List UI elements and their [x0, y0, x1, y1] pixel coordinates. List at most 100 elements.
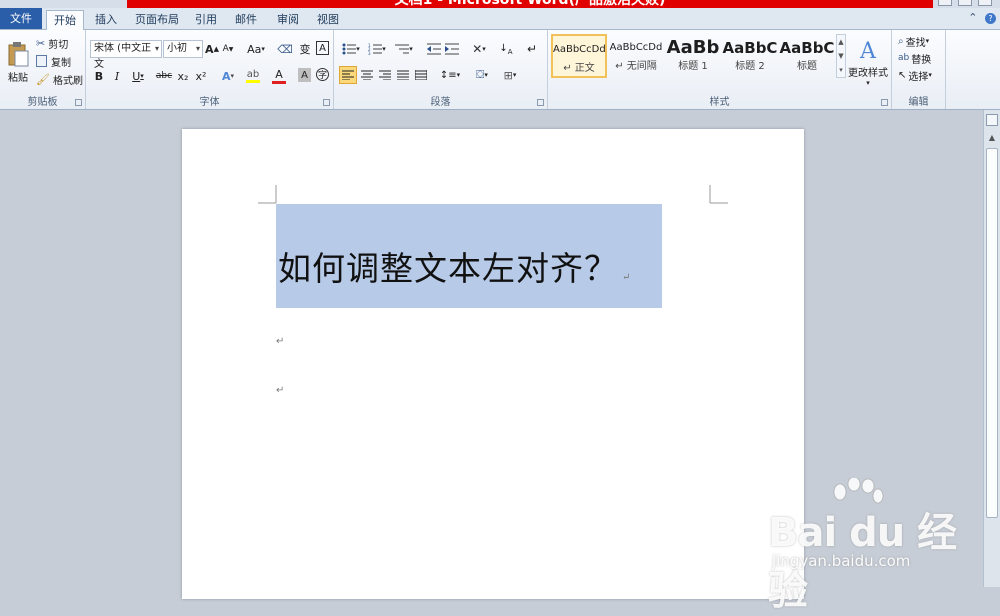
restore-button[interactable] [958, 0, 972, 6]
help-icon[interactable]: ? [985, 13, 996, 24]
minimize-ribbon-icon[interactable]: ⌃ [968, 11, 977, 24]
align-right-button[interactable] [377, 67, 393, 83]
scroll-up-icon[interactable]: ▲ [986, 132, 998, 144]
character-border-button[interactable]: A [316, 41, 329, 55]
style-no-spacing[interactable]: AaBbCcDd ↵ 无间隔 [608, 34, 664, 78]
cut-button[interactable]: ✂ 剪切 [36, 35, 68, 51]
line-spacing-button[interactable]: ↕≡ ▾ [438, 67, 462, 83]
binoculars-icon: ⌕ [898, 35, 904, 47]
underline-button[interactable]: U ▾ [128, 68, 148, 84]
change-case-button[interactable]: Aa ▾ [246, 41, 266, 57]
clear-formatting-button[interactable]: ⌫ [277, 41, 293, 57]
align-center-button[interactable] [359, 67, 375, 83]
tab-view[interactable]: 视图 [312, 10, 344, 30]
numbering-icon: 123 [368, 43, 383, 55]
window-controls [934, 0, 1000, 8]
sort-icon: ↓A [499, 42, 513, 56]
show-hide-marks-button[interactable]: ↵ [524, 41, 540, 57]
copy-icon [36, 55, 47, 67]
tab-mailings[interactable]: 邮件 [230, 10, 262, 30]
styles-gallery-scroll[interactable]: ▲ ▼ ▾ [836, 34, 846, 78]
paragraph-mark: ↵ [622, 272, 632, 283]
change-case-label: Aa [247, 42, 262, 56]
phonetic-guide-button[interactable]: 变 [298, 41, 312, 57]
find-button[interactable]: ⌕ 查找 ▾ [898, 33, 929, 49]
tab-file[interactable]: 文件 [0, 8, 42, 29]
superscript-label: x² [195, 69, 207, 83]
paragraph-launcher[interactable] [537, 99, 544, 106]
increase-indent-icon [445, 43, 459, 55]
numbering-button[interactable]: 1 2 3 ▾ [366, 41, 388, 57]
font-color-button[interactable]: A [268, 66, 290, 86]
subscript-label: x₂ [177, 69, 189, 83]
ruler-toggle-icon[interactable] [986, 114, 998, 126]
style-title[interactable]: AaBbC 标题 [779, 34, 835, 78]
window-title: 文档1 - Microsoft Word(产品激活失败) [394, 0, 666, 8]
underline-label: U [132, 69, 141, 83]
multilevel-list-button[interactable]: ▾ [392, 41, 416, 57]
tab-insert[interactable]: 插入 [88, 10, 124, 30]
tab-page-layout[interactable]: 页面布局 [130, 10, 184, 30]
heading-text[interactable]: 如何调整文本左对齐？ ↵ [278, 249, 630, 298]
font-name-combo[interactable]: 宋体 (中文正文 ▾ [90, 40, 162, 70]
document-page[interactable]: 如何调整文本左对齐？ ↵ ↵ ↵ [182, 129, 804, 599]
empty-paragraph-mark: ↵ [276, 385, 285, 396]
bullets-button[interactable]: ▾ [340, 41, 362, 57]
select-button[interactable]: ↖ 选择 ▾ [898, 67, 932, 83]
copy-button[interactable]: 复制 [36, 53, 71, 69]
distributed-button[interactable] [413, 67, 429, 83]
minimize-button[interactable] [938, 0, 952, 6]
clipboard-launcher[interactable] [75, 99, 82, 106]
character-shading-button[interactable]: A [298, 68, 311, 82]
scrollbar-thumb[interactable] [986, 148, 998, 518]
change-styles-icon: A [860, 38, 876, 64]
sort-button[interactable]: ↓A [498, 41, 514, 57]
replace-button[interactable]: ab 替换 [898, 50, 931, 66]
highlight-button[interactable]: ab [242, 66, 264, 86]
decrease-indent-button[interactable] [426, 41, 442, 57]
bold-button[interactable]: B [92, 68, 106, 84]
font-color-bar [272, 81, 286, 84]
text-effects-icon: A [221, 69, 231, 83]
style-heading-2[interactable]: AaBbC 标题 2 [722, 34, 778, 78]
superscript-button[interactable]: x² [194, 68, 208, 84]
strikethrough-label: abc [155, 71, 173, 81]
shading-button[interactable]: ⛋ ▾ [470, 67, 494, 83]
text-effects-button[interactable]: A ▾ [218, 68, 238, 84]
empty-paragraph-mark: ↵ [276, 336, 285, 347]
change-styles-button[interactable]: A 更改样式 ▾ [848, 34, 888, 92]
italic-label: I [114, 69, 120, 83]
subscript-button[interactable]: x₂ [176, 68, 190, 84]
close-button[interactable] [978, 0, 992, 6]
tab-references[interactable]: 引用 [190, 10, 222, 30]
bullets-icon [342, 43, 357, 55]
justify-button[interactable] [395, 67, 411, 83]
tab-review[interactable]: 审阅 [272, 10, 304, 30]
replace-icon: ab [898, 53, 910, 63]
tab-home[interactable]: 开始 [46, 10, 84, 31]
grow-font-button[interactable]: A ▲ [205, 41, 219, 57]
style-normal[interactable]: AaBbCcDd ↵ 正文 [551, 34, 607, 78]
italic-button[interactable]: I [110, 68, 124, 84]
increase-indent-button[interactable] [444, 41, 460, 57]
style-heading-1[interactable]: AaBb 标题 1 [665, 34, 721, 78]
align-left-button[interactable] [339, 66, 357, 84]
enclose-characters-button[interactable]: 字 [316, 68, 329, 81]
font-launcher[interactable] [323, 99, 330, 106]
paste-label: 粘贴 [8, 72, 28, 84]
borders-button[interactable]: ⊞ ▾ [498, 67, 522, 83]
select-label: 选择 [908, 71, 929, 83]
shrink-font-button[interactable]: A ▼ [222, 41, 234, 57]
ribbon-right-controls: ⌃ ? [968, 11, 996, 24]
chinese-layout-button[interactable]: ✕ ▾ [468, 41, 490, 57]
styles-group: AaBbCcDd ↵ 正文 AaBbCcDd ↵ 无间隔 AaBb 标题 1 A… [548, 30, 892, 109]
borders-icon: ⊞ [503, 68, 513, 82]
paste-button[interactable]: 粘贴 [4, 34, 32, 90]
paragraph-group: ▾ 1 2 3 ▾ ▾ ✕ ▾ ↓A ↵ ↕≡ ▾ ⛋ ▾ ⊞ ▾ 段落 [334, 30, 548, 109]
format-painter-button[interactable]: 🖌 格式刷 [36, 71, 83, 87]
strikethrough-button[interactable]: abc [154, 68, 174, 84]
styles-launcher[interactable] [881, 99, 888, 106]
font-size-combo[interactable]: 小初 ▾ [163, 40, 203, 58]
change-styles-label: 更改样式 [848, 67, 888, 79]
style-sample: AaBbCcDd [553, 44, 605, 55]
